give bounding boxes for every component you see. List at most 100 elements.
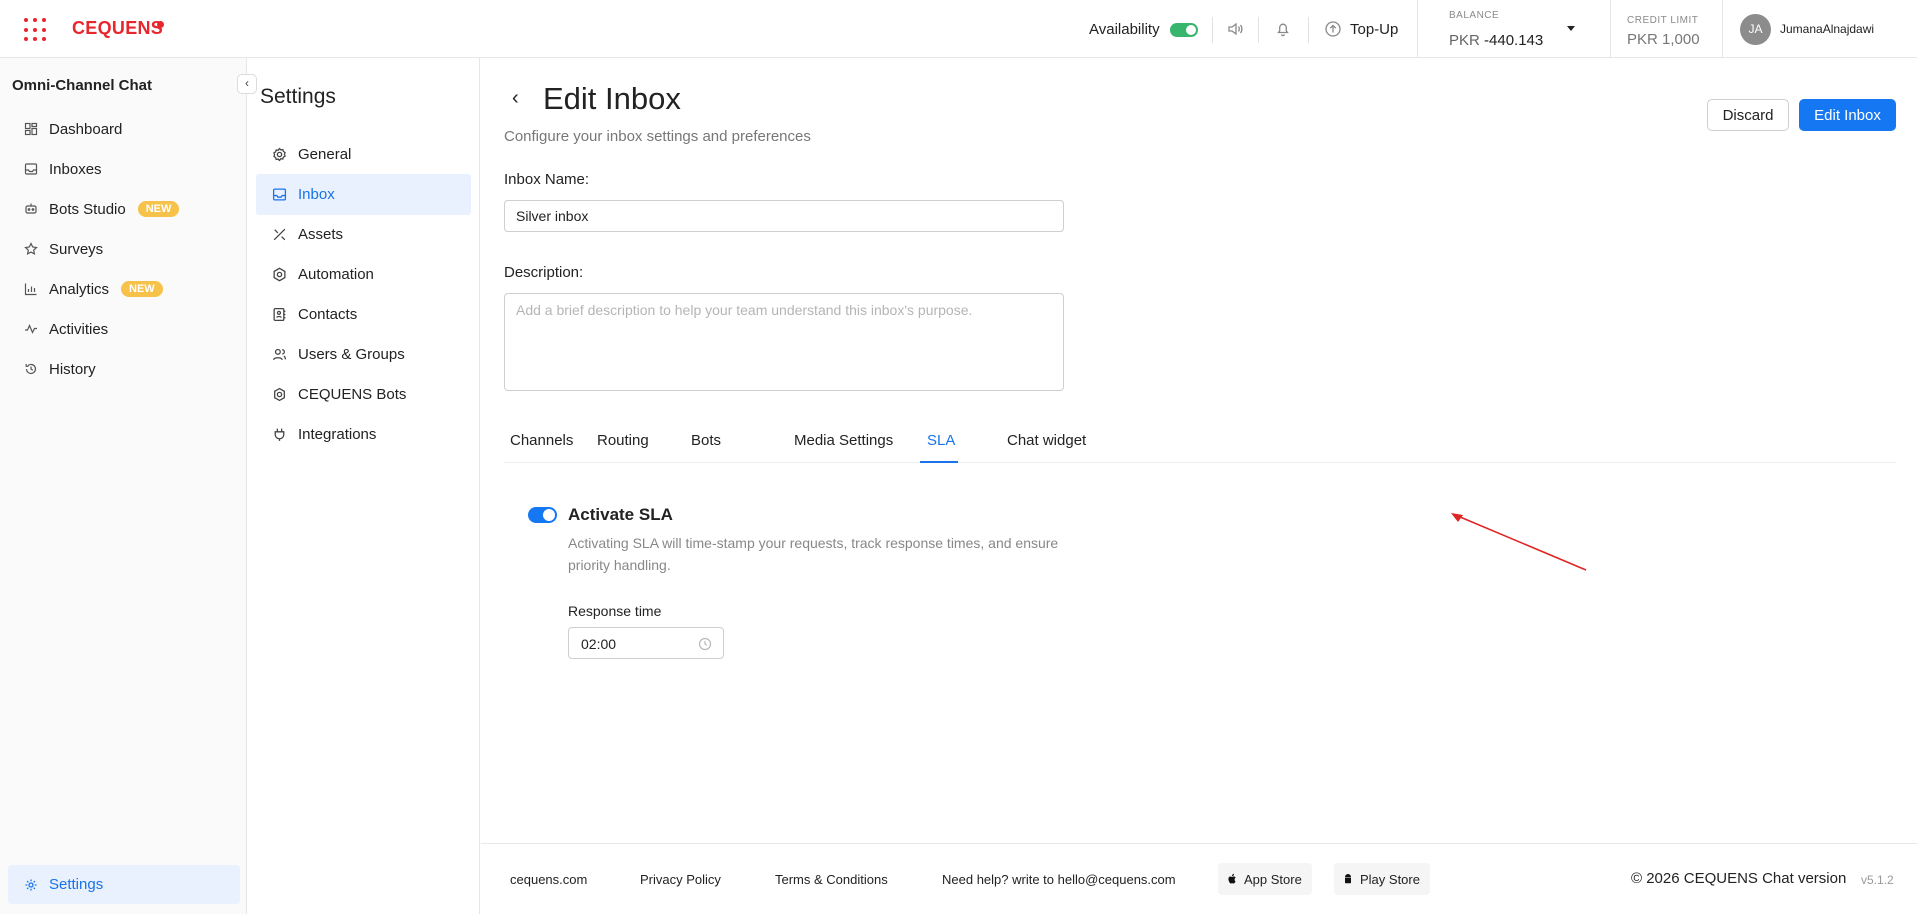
activate-sla-toggle[interactable] (528, 507, 557, 523)
sidebar-item-label: Dashboard (49, 120, 123, 138)
sla-description: Activating SLA will time-stamp your requ… (568, 535, 1059, 573)
bot-icon (272, 387, 287, 402)
sidebar-item-bots-studio[interactable]: Bots Studio NEW (12, 192, 237, 226)
description-label: Description: (504, 264, 584, 281)
footer-link-privacy[interactable]: Privacy Policy (640, 872, 721, 887)
response-time-label: Response time (568, 603, 662, 619)
back-arrow-icon[interactable]: ‹ (512, 87, 519, 110)
footer-link-help[interactable]: Need help? write to hello@cequens.com (942, 872, 1176, 887)
sidebar-item-settings[interactable]: Settings (8, 865, 240, 904)
page-subtitle: Configure your inbox settings and prefer… (504, 128, 811, 145)
new-badge: NEW (137, 201, 180, 217)
history-icon (24, 362, 38, 376)
sidebar-item-activities[interactable]: Activities (12, 312, 237, 346)
inbox-icon (24, 162, 38, 176)
collapse-sidebar-button[interactable]: ‹ (237, 74, 257, 94)
sidebar-item-inboxes[interactable]: Inboxes (12, 152, 237, 186)
settings-item-label: Users & Groups (298, 346, 405, 363)
inbox-name-input[interactable] (504, 200, 1064, 232)
brand-logo[interactable]: CEQUENS (72, 18, 163, 39)
tab-routing[interactable]: Routing (597, 432, 649, 449)
plug-icon (272, 427, 287, 442)
divider (1308, 17, 1309, 43)
sidebar-item-label: History (49, 360, 96, 378)
balance-dropdown-caret-icon[interactable] (1567, 26, 1575, 31)
settings-item-cequens-bots[interactable]: CEQUENS Bots (256, 374, 471, 415)
android-icon (1342, 873, 1354, 885)
arrow-up-circle-icon[interactable] (1324, 20, 1342, 38)
sla-title: Activate SLA (568, 505, 673, 524)
bar-chart-icon (24, 282, 38, 296)
discard-button[interactable]: Discard (1707, 99, 1789, 131)
play-store-label: Play Store (1360, 871, 1420, 887)
credit-limit-value: PKR 1,000 (1627, 31, 1700, 48)
sidebar-item-label: Inboxes (49, 160, 102, 178)
logo-dot (157, 21, 164, 28)
tab-sla[interactable]: SLA (927, 432, 955, 449)
tab-channels[interactable]: Channels (510, 432, 573, 449)
new-badge: NEW (121, 281, 163, 297)
active-tab-indicator (920, 461, 958, 463)
speaker-icon[interactable] (1226, 20, 1244, 38)
sidebar: Omni-Channel Chat Dashboard Inboxes Bots… (0, 58, 247, 914)
sidebar-item-label: Bots Studio (49, 200, 126, 218)
settings-item-label: Integrations (298, 426, 377, 443)
app-store-button[interactable]: App Store (1218, 863, 1312, 895)
response-time-input[interactable]: 02:00 (568, 627, 724, 659)
annotation-arrow (1451, 513, 1587, 571)
settings-item-label: Contacts (298, 306, 358, 323)
settings-item-integrations[interactable]: Integrations (256, 414, 471, 455)
topup-button[interactable]: Top-Up (1350, 21, 1398, 38)
settings-title: Settings (260, 85, 336, 108)
gear-icon (272, 147, 287, 162)
settings-item-label: Assets (298, 226, 344, 243)
sidebar-item-surveys[interactable]: Surveys (12, 232, 237, 266)
sidebar-item-dashboard[interactable]: Dashboard (12, 112, 237, 146)
availability-toggle[interactable] (1170, 23, 1198, 37)
tab-chat-widget[interactable]: Chat widget (1007, 432, 1086, 449)
description-input[interactable] (504, 293, 1064, 391)
balance-label: BALANCE (1449, 10, 1500, 21)
settings-item-inbox[interactable]: Inbox (256, 174, 471, 215)
app-store-label: App Store (1244, 871, 1302, 887)
sidebar-item-analytics[interactable]: Analytics NEW (12, 272, 237, 306)
settings-item-label: Inbox (298, 186, 335, 203)
edit-inbox-button[interactable]: Edit Inbox (1799, 99, 1896, 131)
settings-item-label: General (298, 146, 352, 163)
tab-bots[interactable]: Bots (691, 432, 721, 449)
star-icon (24, 242, 38, 256)
settings-item-label: Automation (298, 266, 374, 283)
divider (1417, 0, 1418, 58)
automation-icon (272, 267, 287, 282)
divider (1610, 0, 1611, 58)
settings-item-general[interactable]: General (256, 134, 471, 175)
footer-link-terms[interactable]: Terms & Conditions (775, 872, 888, 887)
settings-item-automation[interactable]: Automation (256, 254, 471, 295)
username[interactable]: JumanaAlnajdawi (1780, 22, 1874, 36)
settings-item-contacts[interactable]: Contacts (256, 294, 471, 335)
balance-value: PKR -440.143 (1449, 32, 1544, 49)
footer-link-website[interactable]: cequens.com (510, 872, 587, 887)
version-label: v5.1.2 (1861, 873, 1894, 887)
app-grid-icon[interactable] (24, 18, 48, 42)
footer: cequens.com Privacy Policy Terms & Condi… (481, 843, 1917, 914)
bell-icon[interactable] (1274, 20, 1292, 38)
inbox-icon (272, 187, 287, 202)
play-store-button[interactable]: Play Store (1334, 863, 1430, 895)
settings-item-label: CEQUENS Bots (298, 386, 407, 403)
avatar[interactable]: JA (1740, 14, 1771, 45)
divider (1258, 17, 1259, 43)
tab-media-settings[interactable]: Media Settings (794, 432, 893, 449)
sidebar-title: Omni-Channel Chat (12, 77, 153, 94)
sidebar-item-history[interactable]: History (12, 352, 237, 386)
copyright: © 2026 CEQUENS Chat version (1631, 870, 1847, 887)
settings-item-assets[interactable]: Assets (256, 214, 471, 255)
settings-item-users-groups[interactable]: Users & Groups (256, 334, 471, 375)
top-bar: CEQUENS Availability Top-Up BALANCE PKR … (0, 0, 1917, 58)
divider (1212, 17, 1213, 43)
gear-icon (24, 878, 38, 892)
clock-icon[interactable] (698, 637, 712, 651)
dashboard-icon (24, 122, 38, 136)
settings-menu: Settings General Inbox Assets Automation… (248, 58, 480, 914)
apple-icon (1226, 873, 1238, 885)
